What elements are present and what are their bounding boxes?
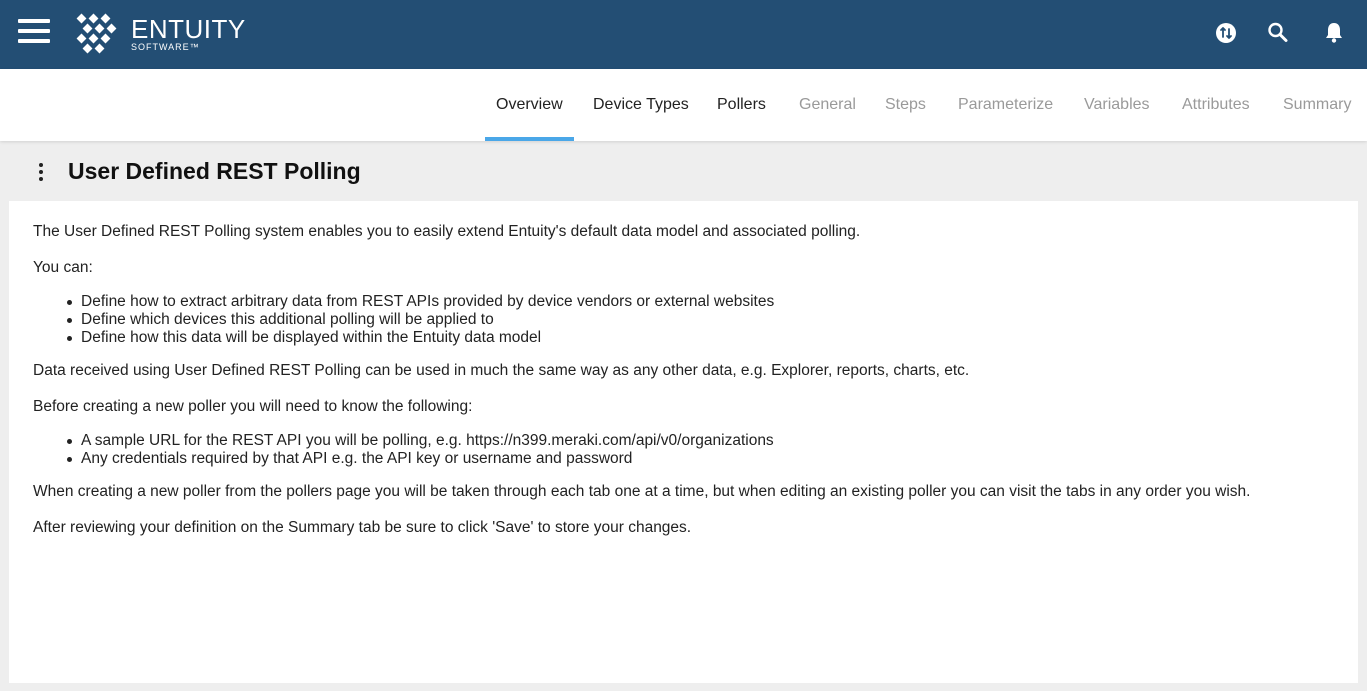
more-options-icon[interactable]	[36, 163, 46, 181]
save-note-text: After reviewing your definition on the S…	[33, 519, 692, 536]
tab-device-types[interactable]: Device Types	[593, 69, 689, 141]
brand-name: ENTUITY	[131, 14, 246, 44]
list-item: Any credentials required by that API e.g…	[67, 450, 1333, 468]
you-can-text: You can:	[33, 259, 93, 276]
list-item: Define which devices this additional pol…	[67, 311, 1333, 329]
capabilities-list: Define how to extract arbitrary data fro…	[33, 293, 1333, 347]
entuity-logo[interactable]: ENTUITY SOFTWARE™	[74, 13, 254, 55]
tab-general[interactable]: General	[799, 69, 856, 141]
list-item: Define how to extract arbitrary data fro…	[67, 293, 1333, 311]
entuity-logo-mark-icon	[76, 13, 117, 54]
overview-content: The User Defined REST Polling system ena…	[33, 223, 1333, 555]
overview-panel: The User Defined REST Polling system ena…	[9, 201, 1358, 683]
page-title: User Defined REST Polling	[68, 158, 361, 184]
usage-text: Data received using User Defined REST Po…	[33, 362, 970, 379]
tab-attributes[interactable]: Attributes	[1182, 69, 1250, 141]
list-item: Define how this data will be displayed w…	[67, 329, 1333, 347]
hamburger-menu-icon[interactable]	[18, 19, 50, 43]
switch-icon[interactable]	[1213, 20, 1239, 46]
tab-pollers[interactable]: Pollers	[717, 69, 766, 141]
workflow-text: When creating a new poller from the poll…	[33, 483, 1251, 500]
wizard-tab-bar: Overview Device Types Pollers General St…	[0, 69, 1367, 141]
list-item: A sample URL for the REST API you will b…	[67, 432, 1333, 450]
search-icon[interactable]	[1265, 20, 1291, 46]
tab-steps[interactable]: Steps	[885, 69, 926, 141]
tab-summary[interactable]: Summary	[1283, 69, 1351, 141]
before-text: Before creating a new poller you will ne…	[33, 398, 473, 415]
top-app-bar: ENTUITY SOFTWARE™	[0, 0, 1367, 69]
bell-icon[interactable]	[1321, 20, 1347, 46]
requirements-list: A sample URL for the REST API you will b…	[33, 432, 1333, 468]
tab-overview[interactable]: Overview	[485, 69, 574, 141]
intro-text: The User Defined REST Polling system ena…	[33, 223, 861, 240]
tab-variables[interactable]: Variables	[1084, 69, 1150, 141]
tab-parameterize[interactable]: Parameterize	[958, 69, 1053, 141]
brand-subtitle: SOFTWARE™	[131, 42, 200, 52]
